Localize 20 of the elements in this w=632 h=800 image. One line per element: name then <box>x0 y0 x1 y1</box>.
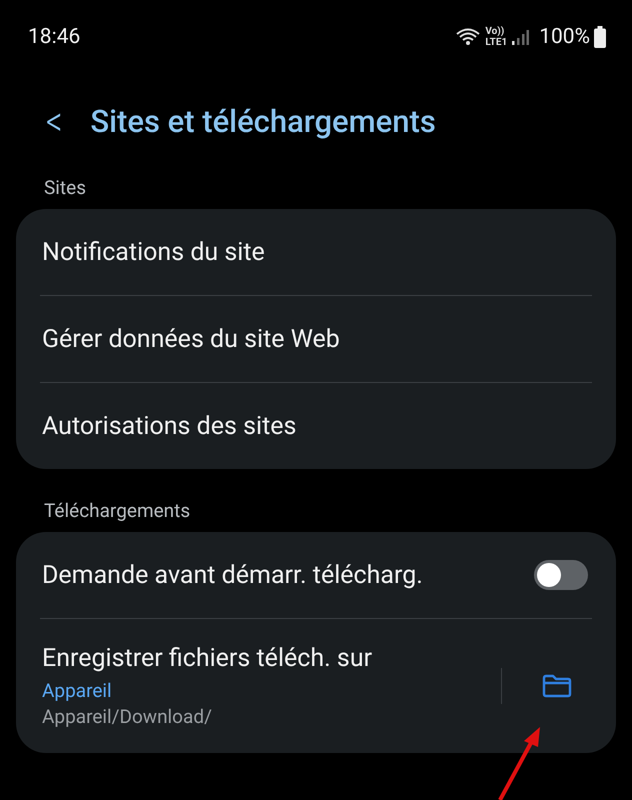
page-title: Sites et téléchargements <box>90 102 436 140</box>
settings-item[interactable]: Gérer données du site Web <box>42 296 590 382</box>
network-type-label: LTE1 <box>485 37 508 48</box>
battery-icon <box>594 26 606 48</box>
toggle-switch[interactable] <box>534 560 588 590</box>
wifi-icon <box>455 27 482 47</box>
settings-item[interactable]: Notifications du site <box>42 209 590 295</box>
setting-label: Enregistrer fichiers téléch. sur <box>42 644 372 673</box>
folder-icon[interactable] <box>542 674 572 698</box>
clock: 18:46 <box>28 25 80 49</box>
volte-label: Vo)) <box>485 26 506 37</box>
settings-item[interactable]: Autorisations des sites <box>42 383 590 469</box>
download-path: Appareil/Download/ <box>42 705 213 728</box>
setting-value: Appareil <box>42 679 113 702</box>
signal-icon <box>511 28 530 46</box>
setting-label: Demande avant démarr. télécharg. <box>42 560 423 590</box>
section-header: Téléchargements <box>43 498 192 521</box>
back-button[interactable]: < <box>40 96 68 146</box>
battery-percent: 100% <box>539 25 590 49</box>
section-header: Sites <box>43 175 87 198</box>
